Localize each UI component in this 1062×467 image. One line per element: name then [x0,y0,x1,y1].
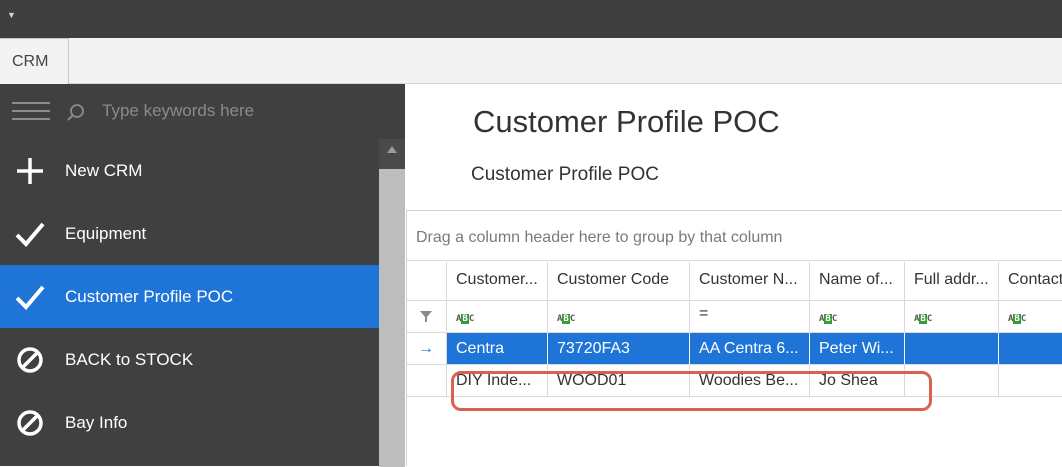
column-header[interactable]: Name of... [810,262,905,301]
sidebar-item-label: Bay Info [65,413,128,432]
search-input[interactable]: Type keywords here [102,101,254,121]
filter-cell[interactable]: ABC [548,301,690,333]
check-icon [15,222,45,247]
table-cell[interactable]: Peter Wi... [810,333,905,365]
tab-crm[interactable]: CRM [0,38,69,84]
check-icon [15,285,45,310]
grid-filter-row: ABC ABC = ABC ABC ABC [407,301,1062,333]
sidebar-item-label: Customer Profile POC [65,287,234,306]
prohibited-icon [17,347,43,373]
table-cell[interactable] [999,333,1062,365]
scroll-thumb[interactable] [379,169,405,467]
header-indicator-cell [407,262,447,301]
column-header[interactable]: Customer... [447,262,548,301]
sidebar-search: Type keywords here [0,84,405,139]
sidebar-item-label: BACK to STOCK [65,350,194,369]
table-cell[interactable]: AA Centra 6... [690,333,810,365]
text-filter-icon: ABC [557,314,576,324]
grid-header-row: Customer... Customer Code Customer N... … [407,262,1062,301]
sidebar-item-customer-profile-poc[interactable]: Customer Profile POC [0,265,379,328]
filter-cell[interactable]: ABC [810,301,905,333]
column-header[interactable]: Contact [999,262,1062,301]
filter-cell[interactable]: ABC [447,301,548,333]
sidebar-item-equipment[interactable]: Equipment [0,202,379,265]
plus-icon [17,158,43,184]
text-filter-icon: ABC [1008,314,1027,324]
sidebar-scrollbar[interactable] [379,139,405,467]
filter-cell[interactable]: ABC [905,301,999,333]
quick-access-dropdown-icon[interactable]: ▼ [7,10,16,20]
text-filter-icon: ABC [819,314,838,324]
table-row[interactable]: → Centra 73720FA3 AA Centra 6... Peter W… [407,333,1062,365]
ribbon: CRM [0,38,1062,84]
title-bar: ▼ [0,0,1062,38]
data-grid: Drag a column header here to group by th… [406,210,1062,466]
group-by-panel[interactable]: Drag a column header here to group by th… [407,211,1062,261]
sidebar-item-label: New CRM [65,161,143,180]
table-cell[interactable]: Centra [447,333,548,365]
page-title: Customer Profile POC [473,104,780,139]
current-row-arrow-icon: → [407,333,447,365]
sidebar-item-back-to-stock[interactable]: BACK to STOCK [0,328,379,391]
page-subtitle: Customer Profile POC [471,164,659,185]
search-icon [67,104,84,121]
sidebar-item-bay-info[interactable]: Bay Info [0,391,379,454]
table-cell[interactable] [999,365,1062,397]
filter-cell[interactable]: ABC [999,301,1062,333]
prohibited-icon [17,410,43,436]
text-filter-icon: ABC [914,314,933,324]
table-cell[interactable] [905,333,999,365]
annotation-highlight [451,371,932,411]
filter-cell[interactable]: = [690,301,810,333]
sidebar: Type keywords here New CRM Equipment Cus… [0,84,405,467]
scroll-up-arrow-icon[interactable] [387,146,397,153]
table-cell[interactable]: 73720FA3 [548,333,690,365]
column-header[interactable]: Customer Code [548,262,690,301]
sidebar-item-new-crm[interactable]: New CRM [0,139,379,202]
text-filter-icon: ABC [456,314,475,324]
row-indicator-cell [407,365,447,397]
filter-icon[interactable] [407,301,447,333]
column-header[interactable]: Full addr... [905,262,999,301]
equals-filter-icon: = [699,305,709,322]
hamburger-menu-icon[interactable] [12,102,50,122]
sidebar-item-label: Equipment [65,224,147,243]
column-header[interactable]: Customer N... [690,262,810,301]
